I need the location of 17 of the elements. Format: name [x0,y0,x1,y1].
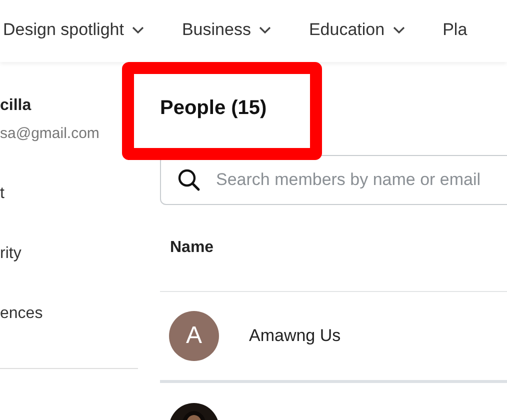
column-header[interactable]: Name [170,239,214,257]
nav-menu[interactable]: Education [308,20,405,40]
avatar: A [169,311,219,361]
member-name: Amawng Us [249,326,341,346]
chevron-down-icon [258,26,271,34]
chevron-down-icon [132,26,144,34]
sidebar-item[interactable]: rity [0,244,138,264]
nav-menu[interactable]: Pla [442,20,468,40]
nav-menu[interactable]: Business [182,20,271,40]
page-heading: People (15) [160,96,268,120]
user-email: sa@gmail.com [0,124,100,144]
sidebar-item[interactable]: ences [0,304,138,324]
chevron-down-icon [392,26,405,34]
nav-menu[interactable]: Design spotlight [3,20,144,40]
user-name: cilla [0,96,32,116]
sidebar-item[interactable]: t [0,184,138,204]
search-field[interactable]: Search members by name or email [160,155,507,205]
